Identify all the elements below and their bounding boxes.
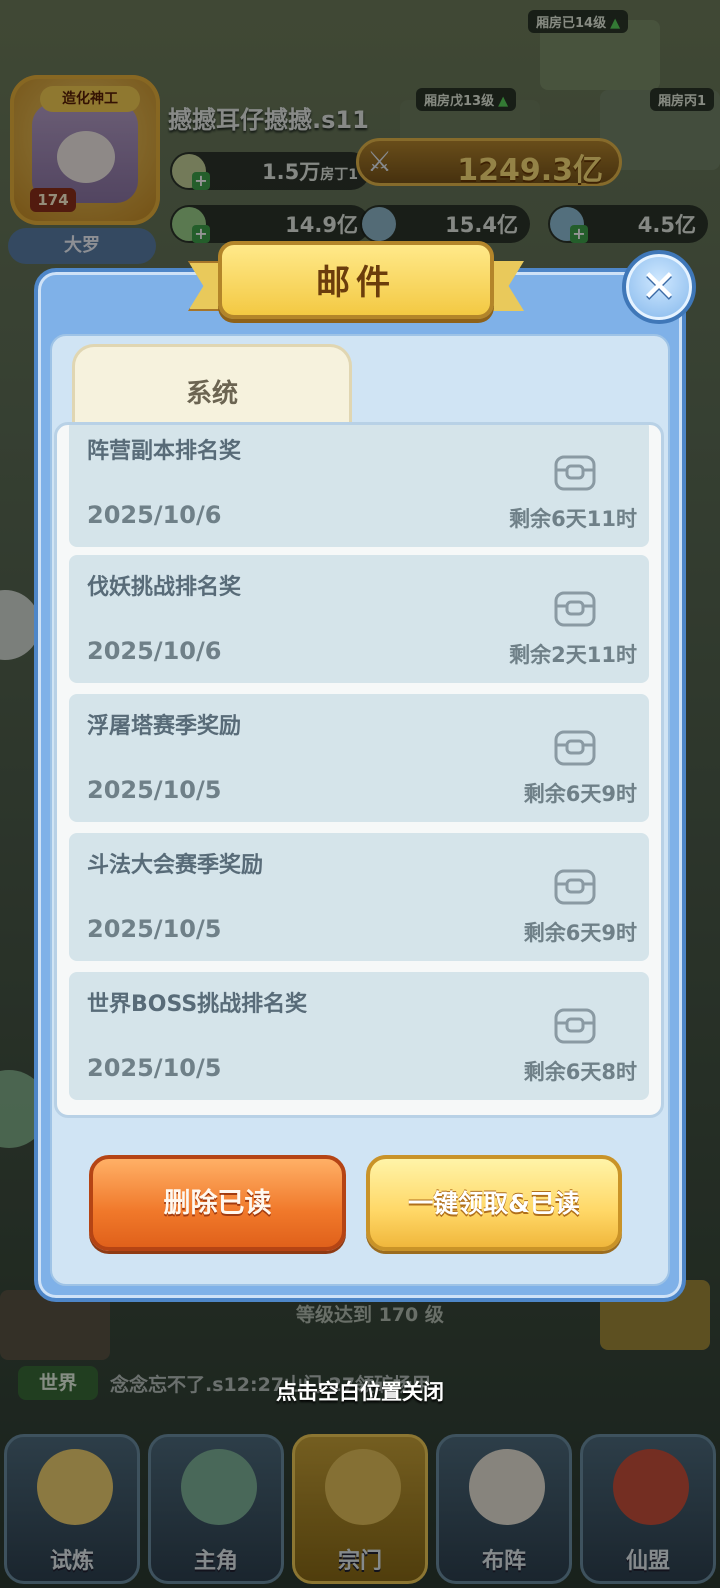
- mail-title: 斗法大会赛季奖励: [87, 853, 264, 878]
- mail-item[interactable]: 阵营副本排名奖 2025/10/6 剩余6天11时: [69, 425, 649, 547]
- claim-all-button[interactable]: 一键领取&已读: [366, 1155, 622, 1251]
- close-icon: ✕: [640, 261, 678, 312]
- tab-label: 系统: [185, 379, 238, 409]
- mail-remaining: 剩余6天9时: [523, 782, 637, 806]
- mail-remaining: 剩余2天11时: [509, 643, 637, 667]
- tab-system[interactable]: 系统: [72, 344, 352, 432]
- treasure-chest-icon: [554, 591, 596, 627]
- mail-date: 2025/10/5: [87, 776, 222, 804]
- delete-read-button[interactable]: 删除已读: [89, 1155, 346, 1251]
- mail-list[interactable]: 阵营副本排名奖 2025/10/6 剩余6天11时 伐妖挑战排名奖 2025/1…: [54, 422, 664, 1118]
- mail-date: 2025/10/6: [87, 501, 222, 529]
- mail-item[interactable]: 伐妖挑战排名奖 2025/10/6 剩余2天11时: [69, 555, 649, 683]
- mail-item[interactable]: 世界BOSS挑战排名奖 2025/10/5 剩余6天8时: [69, 972, 649, 1100]
- mail-title-banner: 邮件: [188, 241, 524, 319]
- mail-date: 2025/10/5: [87, 1054, 222, 1082]
- treasure-chest-icon: [554, 455, 596, 491]
- mail-date: 2025/10/5: [87, 915, 222, 943]
- treasure-chest-icon: [554, 869, 596, 905]
- mail-date: 2025/10/6: [87, 637, 222, 665]
- mail-item[interactable]: 斗法大会赛季奖励 2025/10/5 剩余6天9时: [69, 833, 649, 961]
- mail-title: 浮屠塔赛季奖励: [87, 714, 242, 739]
- treasure-chest-icon: [554, 1008, 596, 1044]
- mail-title: 伐妖挑战排名奖: [87, 575, 242, 600]
- mail-title: 世界BOSS挑战排名奖: [87, 992, 308, 1017]
- mail-remaining: 剩余6天11时: [509, 507, 637, 531]
- mail-remaining: 剩余6天8时: [523, 1060, 637, 1084]
- mail-remaining: 剩余6天9时: [523, 921, 637, 945]
- close-button[interactable]: ✕: [622, 250, 696, 324]
- mail-item[interactable]: 浮屠塔赛季奖励 2025/10/5 剩余6天9时: [69, 694, 649, 822]
- page-title: 邮件: [316, 263, 396, 303]
- mail-title: 阵营副本排名奖: [87, 439, 242, 464]
- treasure-chest-icon: [554, 730, 596, 766]
- close-hint: 点击空白位置关闭: [276, 1380, 444, 1404]
